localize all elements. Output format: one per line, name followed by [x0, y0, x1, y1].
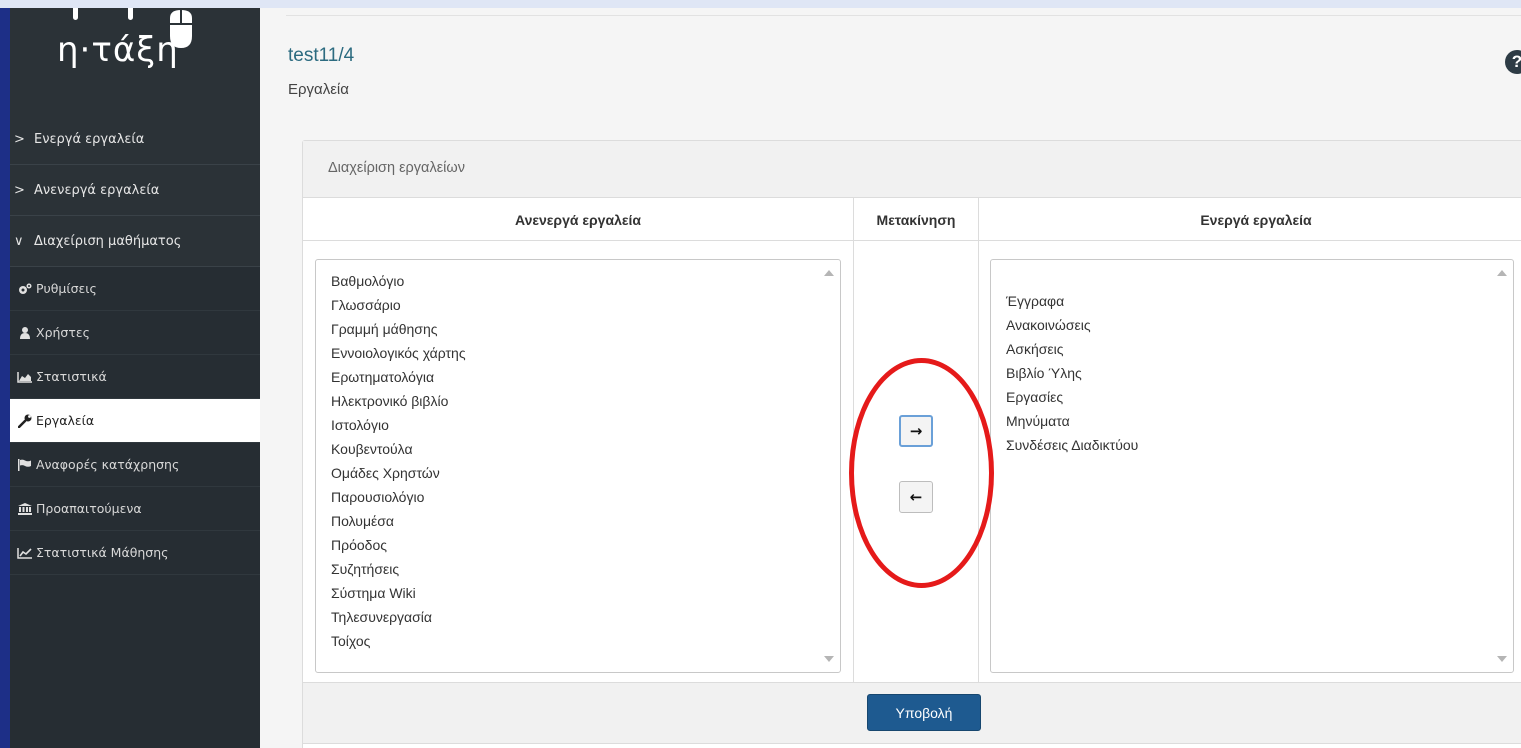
active-tools-list[interactable]: Έγγραφα Ανακοινώσεις Ασκήσεις Βιβλίο Ύλης Ερ… — [990, 259, 1514, 673]
list-item[interactable]: Συνδέσεις Διαδικτύου — [1006, 433, 1138, 457]
list-item[interactable]: Παρουσιολόγιο — [331, 485, 466, 509]
institution-icon — [14, 502, 36, 515]
scroll-down-arrow[interactable] — [824, 656, 834, 662]
wrench-icon — [14, 414, 36, 428]
sidebar-item-abuse-reports[interactable]: Αναφορές κατάχρησης — [10, 443, 260, 487]
list-item[interactable]: Εργασίες — [1006, 385, 1138, 409]
sidebar-item-label: Στατιστικά — [36, 369, 107, 384]
area-chart-icon — [14, 371, 36, 383]
scroll-up-arrow[interactable] — [1497, 270, 1507, 276]
help-icon[interactable]: ? — [1505, 50, 1521, 74]
chevron-right-icon: > — [14, 131, 25, 147]
list-item[interactable]: Ομάδες Χρηστών — [331, 461, 466, 485]
table-header: Ανενεργά εργαλεία Μετακίνηση Ενεργά εργα… — [303, 198, 1521, 241]
main-content: test11/4 Εργαλεία ? Διαχείριση εργαλείων… — [260, 8, 1521, 748]
list-item[interactable]: Πρόοδος — [331, 533, 466, 557]
sidebar-item-users[interactable]: Χρήστες — [10, 311, 260, 355]
sidebar-item-label: Εργαλεία — [36, 413, 95, 428]
divider — [286, 15, 1521, 16]
sidebar-item-label: Προαπαιτούμενα — [36, 501, 142, 516]
sidebar-group-label: Ενεργά εργαλεία — [34, 131, 145, 147]
list-item[interactable]: Πολυμέσα — [331, 509, 466, 533]
list-item[interactable]: Έγγραφα — [1006, 289, 1138, 313]
inactive-tools-list[interactable]: Βαθμολόγιο Γλωσσάριο Γραμμή μάθησης Εννοιολ… — [315, 259, 841, 673]
sidebar-item-tools[interactable]: Εργαλεία — [10, 399, 260, 443]
list-item[interactable]: Γραμμή μάθησης — [331, 317, 466, 341]
chevron-right-icon: > — [14, 182, 25, 198]
page-title[interactable]: test11/4 — [288, 45, 354, 67]
list-item[interactable]: Σύστημα Wiki — [331, 581, 466, 605]
sidebar-item-prerequisites[interactable]: Προαπαιτούμενα — [10, 487, 260, 531]
sidebar-group-label: Διαχείριση μαθήματος — [34, 233, 182, 249]
sidebar-item-statistics[interactable]: Στατιστικά — [10, 355, 260, 399]
scroll-up-arrow[interactable] — [824, 270, 834, 276]
tools-management-panel: Διαχείριση εργαλείων Ανενεργά εργαλεία Μ… — [302, 140, 1521, 748]
logo[interactable]: η·τάξη — [57, 30, 179, 70]
outer-frame-top — [0, 0, 1521, 8]
list-items: Έγγραφα Ανακοινώσεις Ασκήσεις Βιβλίο Ύλης Ερ… — [1006, 289, 1138, 457]
column-header-move: Μετακίνηση — [876, 211, 956, 228]
sidebar-item-learning-analytics[interactable]: Στατιστικά Μάθησης — [10, 531, 260, 575]
list-item[interactable]: Ανακοινώσεις — [1006, 313, 1138, 337]
page-subtitle: Εργαλεία — [288, 81, 349, 98]
sidebar: η·τάξη > Ενεργά εργαλεία > Ανενεργά εργα… — [10, 8, 260, 748]
list-item[interactable]: Κουβεντούλα — [331, 437, 466, 461]
list-item[interactable]: Μηνύματα — [1006, 409, 1138, 433]
submit-button[interactable]: Υποβολή — [867, 694, 981, 731]
sidebar-group-label: Ανενεργά εργαλεία — [34, 182, 160, 198]
user-icon — [14, 326, 36, 339]
mouse-icon — [170, 10, 192, 48]
sidebar-item-label: Χρήστες — [36, 325, 90, 340]
list-item[interactable]: Τοίχος — [331, 629, 466, 653]
list-item[interactable]: Συζητήσεις — [331, 557, 466, 581]
list-item[interactable]: Εννοιολογικός χάρτης — [331, 341, 466, 365]
chevron-down-icon: ∨ — [14, 233, 24, 249]
logo-decoration — [73, 8, 78, 20]
sidebar-group-course-management[interactable]: ∨ Διαχείριση μαθήματος — [10, 216, 260, 267]
list-item[interactable]: Γλωσσάριο — [331, 293, 466, 317]
sidebar-item-settings[interactable]: Ρυθμίσεις — [10, 267, 260, 311]
panel-heading: Διαχείριση εργαλείων — [303, 141, 1521, 198]
list-item[interactable]: Βιβλίο Ύλης — [1006, 361, 1138, 385]
scroll-down-arrow[interactable] — [1497, 656, 1507, 662]
sidebar-group-active-tools[interactable]: > Ενεργά εργαλεία — [10, 114, 260, 165]
list-items: Βαθμολόγιο Γλωσσάριο Γραμμή μάθησης Εννοιολ… — [331, 269, 466, 653]
line-chart-icon — [14, 547, 36, 559]
list-item[interactable]: Ασκήσεις — [1006, 337, 1138, 361]
panel-footer: Υποβολή — [303, 682, 1521, 744]
list-item[interactable]: Ερωτηματολόγια — [331, 365, 466, 389]
list-item[interactable]: Ηλεκτρονικό βιβλίο — [331, 389, 466, 413]
app-window: η·τάξη > Ενεργά εργαλεία > Ανενεργά εργα… — [10, 8, 1521, 748]
list-item[interactable]: Ιστολόγιο — [331, 413, 466, 437]
sidebar-item-label: Αναφορές κατάχρησης — [36, 457, 180, 472]
red-annotation-circle — [849, 358, 994, 588]
cogs-icon — [14, 283, 36, 295]
logo-area: η·τάξη — [10, 8, 260, 114]
list-item[interactable]: Τηλεσυνεργασία — [331, 605, 466, 629]
sidebar-item-label: Ρυθμίσεις — [36, 281, 97, 296]
list-item[interactable]: Βαθμολόγιο — [331, 269, 466, 293]
column-header-inactive: Ανενεργά εργαλεία — [514, 211, 642, 228]
logo-decoration — [128, 8, 133, 20]
column-header-active: Ενεργά εργαλεία — [1200, 211, 1312, 228]
flag-icon — [14, 458, 36, 471]
sidebar-group-inactive-tools[interactable]: > Ανενεργά εργαλεία — [10, 165, 260, 216]
sidebar-item-label: Στατιστικά Μάθησης — [36, 545, 169, 560]
